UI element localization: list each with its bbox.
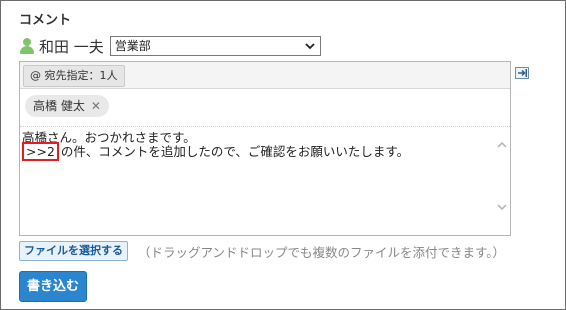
section-title: コメント bbox=[19, 13, 72, 28]
comment-text-line: >>2 の件、コメントを追加したので、ご確認をお願いいたします。 bbox=[22, 141, 409, 161]
recipient-chip: 高橋 健太 ✕ bbox=[25, 95, 109, 117]
scrollbar[interactable] bbox=[495, 130, 509, 230]
attachment-hint: （ドラッグアンドドロップでも複数のファイルを添付できます。） bbox=[138, 244, 506, 260]
select-file-button[interactable]: ファイルを選択する bbox=[19, 241, 128, 261]
close-icon[interactable]: ✕ bbox=[91, 95, 101, 117]
scroll-up-icon[interactable] bbox=[495, 138, 509, 152]
quote-reference: >>2 bbox=[22, 142, 59, 161]
comment-textarea[interactable]: 高橋さん。おつかれさまです。 >>2 の件、コメントを追加したので、ご確認をお願い… bbox=[20, 126, 510, 236]
submit-button[interactable]: 書き込む bbox=[19, 271, 87, 302]
author-row: 和田 一夫 営業部 bbox=[19, 35, 321, 57]
chevron-down-icon bbox=[305, 43, 315, 50]
comment-panel: コメント 和田 一夫 営業部 @ 宛先指定：1人 高橋 健太 ✕ 高橋さん。おつ… bbox=[0, 0, 566, 310]
user-icon bbox=[19, 37, 35, 55]
mention-button[interactable]: @ 宛先指定：1人 bbox=[23, 65, 125, 87]
scroll-down-icon[interactable] bbox=[495, 200, 509, 214]
department-select-value: 営業部 bbox=[114, 39, 151, 53]
comment-text-rest: の件、コメントを追加したので、ご確認をお願いいたします。 bbox=[60, 144, 410, 159]
expand-icon[interactable] bbox=[515, 67, 529, 79]
author-name: 和田 一夫 bbox=[39, 37, 104, 56]
department-select[interactable]: 営業部 bbox=[109, 36, 321, 56]
comment-editor[interactable]: @ 宛先指定：1人 高橋 健太 ✕ 高橋さん。おつかれさまです。 >>2 の件、コ… bbox=[19, 61, 511, 236]
attachment-row: ファイルを選択する （ドラッグアンドドロップでも複数のファイルを添付できます。） bbox=[19, 241, 505, 261]
recipient-chip-label: 高橋 健太 bbox=[33, 99, 85, 113]
recipient-list: 高橋 健太 ✕ bbox=[20, 90, 510, 126]
editor-toolbar: @ 宛先指定：1人 bbox=[20, 62, 510, 89]
